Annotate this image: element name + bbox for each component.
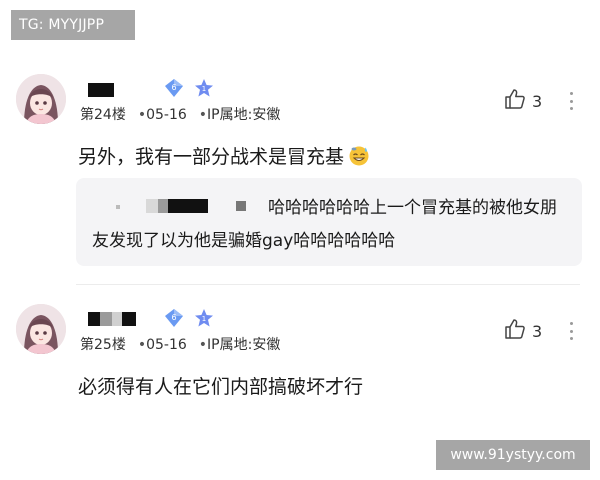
watermark-bottom-right: www.91ystyy.com <box>436 440 590 470</box>
comment-text: 必须得有人在它们内部搞破坏才行 <box>78 376 364 398</box>
username-redacted[interactable] <box>88 312 148 326</box>
comment-meta: 第24楼 •05-16 •IP属地:安徽 <box>80 107 281 123</box>
date-label: 05-16 <box>146 337 187 353</box>
level-badge-text: 6 <box>171 313 176 322</box>
comment-24: 6 1 第24楼 •05-16 •IP属地:安徽 3 另外，我有一部分战术是冒充基 <box>0 70 600 280</box>
quoted-reply[interactable]: 哈哈哈哈哈哈上一个冒充基的被他女朋友发现了以为他是骗婚gay哈哈哈哈哈哈 <box>76 178 582 266</box>
more-vertical-icon[interactable] <box>566 90 576 112</box>
like-button[interactable]: 3 <box>504 88 543 114</box>
rank-badge-text: 1 <box>202 315 206 323</box>
more-vertical-icon[interactable] <box>566 320 576 342</box>
ip-location-label: IP属地:安徽 <box>207 107 281 123</box>
comment-text: 另外，我有一部分战术是冒充基 <box>78 142 370 169</box>
thumbs-up-icon <box>504 318 526 344</box>
date-label: 05-16 <box>146 107 187 123</box>
comment-divider <box>76 284 580 285</box>
like-count: 3 <box>532 321 543 341</box>
star-badge-icon: 1 <box>194 308 214 328</box>
like-button[interactable]: 3 <box>504 318 543 344</box>
like-count: 3 <box>532 91 543 111</box>
floor-label: 第24楼 <box>80 107 126 123</box>
thumbs-up-icon <box>504 88 526 114</box>
comment-meta: 第25楼 •05-16 •IP属地:安徽 <box>80 337 281 353</box>
avatar[interactable] <box>16 74 66 124</box>
sweat-smile-emoji <box>348 144 370 166</box>
floor-label: 第25楼 <box>80 337 126 353</box>
username-redacted[interactable] <box>64 82 128 100</box>
diamond-badge-icon: 6 <box>164 78 184 98</box>
comment-25: 6 1 第25楼 •05-16 •IP属地:安徽 3 必须得有人在它们内部搞破坏才行 <box>0 300 600 420</box>
avatar[interactable] <box>16 304 66 354</box>
diamond-badge-icon: 6 <box>164 308 184 328</box>
rank-badge-text: 1 <box>202 85 206 93</box>
star-badge-icon: 1 <box>194 78 214 98</box>
ip-location-label: IP属地:安徽 <box>207 337 281 353</box>
quoted-text: 哈哈哈哈哈哈上一个冒充基的被他女朋友发现了以为他是骗婚gay哈哈哈哈哈哈 <box>92 198 557 251</box>
watermark-top-left: TG: MYYJJPP <box>11 10 135 40</box>
level-badge-text: 6 <box>171 83 176 92</box>
